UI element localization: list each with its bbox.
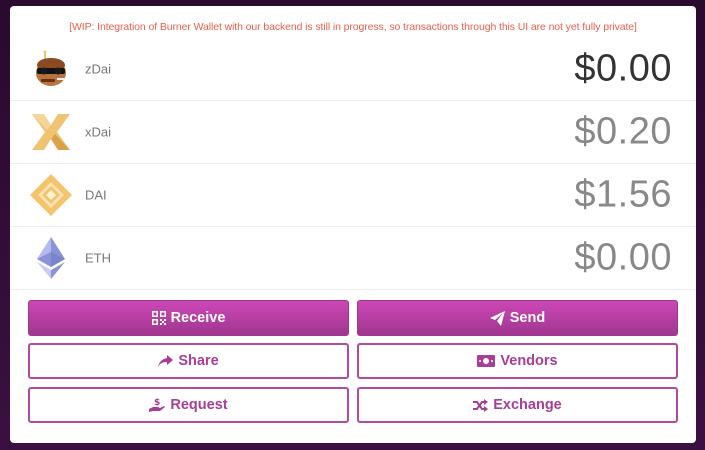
balance-row-xdai[interactable]: xDai $0.20 bbox=[10, 101, 696, 164]
wip-warning: [WIP: Integration of Burner Wallet with … bbox=[69, 21, 637, 33]
balance-list: zDai $0.00 xDai $0.20 DAI $1.56 ETH $0.0… bbox=[10, 38, 696, 290]
balance-row-zdai[interactable]: zDai $0.00 bbox=[10, 38, 696, 101]
token-balance: $0.20 bbox=[574, 110, 672, 153]
token-name: ETH bbox=[85, 250, 111, 266]
share-arrow-icon bbox=[158, 354, 174, 368]
receive-label: Receive bbox=[170, 310, 226, 326]
money-bill-icon bbox=[477, 355, 496, 367]
request-label: Request bbox=[170, 397, 228, 413]
balance-row-eth[interactable]: ETH $0.00 bbox=[10, 227, 696, 290]
share-button[interactable]: Share bbox=[28, 343, 349, 379]
shuffle-icon bbox=[473, 398, 489, 412]
xdai-icon bbox=[28, 109, 74, 155]
svg-text:$: $ bbox=[154, 398, 160, 408]
dai-icon bbox=[28, 172, 74, 218]
vendors-label: Vendors bbox=[500, 353, 558, 369]
token-name: DAI bbox=[85, 187, 107, 203]
vendors-button[interactable]: Vendors bbox=[357, 343, 678, 379]
token-balance: $0.00 bbox=[574, 236, 672, 279]
exchange-button[interactable]: Exchange bbox=[357, 387, 678, 423]
paper-plane-icon bbox=[489, 310, 505, 326]
exchange-label: Exchange bbox=[493, 397, 562, 413]
share-label: Share bbox=[178, 353, 219, 369]
receive-button[interactable]: Receive bbox=[28, 300, 349, 336]
qr-code-icon bbox=[151, 311, 166, 325]
token-balance: $0.00 bbox=[574, 47, 672, 90]
token-name: zDai bbox=[85, 61, 112, 77]
send-label: Send bbox=[509, 310, 546, 326]
zdai-icon bbox=[28, 46, 74, 92]
token-name: xDai bbox=[85, 124, 112, 140]
send-button[interactable]: Send bbox=[357, 300, 678, 336]
balance-row-dai[interactable]: DAI $1.56 bbox=[10, 164, 696, 227]
wallet-card: [WIP: Integration of Burner Wallet with … bbox=[10, 6, 696, 443]
token-balance: $1.56 bbox=[574, 173, 672, 216]
eth-icon bbox=[28, 235, 74, 281]
hand-holding-dollar-icon: $ bbox=[149, 397, 166, 413]
request-button[interactable]: $ Request bbox=[28, 387, 349, 423]
